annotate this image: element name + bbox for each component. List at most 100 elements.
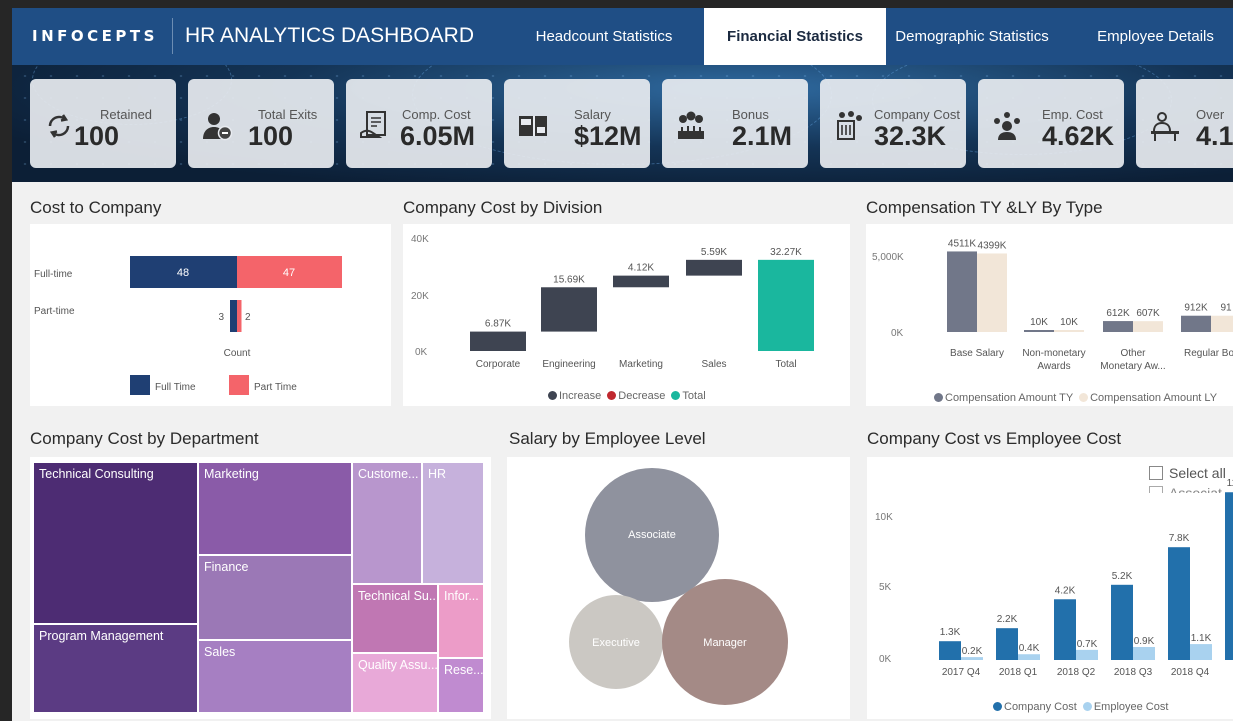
kpi-value: 100: [248, 121, 294, 151]
kpi-card-salary[interactable]: Salary $12M: [504, 79, 650, 168]
department-title: Company Cost by Department: [30, 429, 259, 448]
bar-company-cost[interactable]: [1225, 492, 1233, 660]
treemap-cell[interactable]: Technical Consulting: [33, 462, 198, 624]
treemap-cell[interactable]: Finance: [198, 555, 352, 640]
x-tick: Sales: [701, 359, 726, 370]
kpi-card-overtime[interactable]: Over 4.1: [1136, 79, 1233, 168]
select-all-label: Select all: [1169, 465, 1226, 481]
treemap-cell[interactable]: Infor...: [438, 584, 484, 658]
bar-company-cost[interactable]: [939, 641, 961, 660]
legend-label: Compensation Amount TY: [945, 392, 1074, 404]
legend-label: Total: [682, 390, 706, 402]
bar-ly[interactable]: [1211, 315, 1233, 332]
tab-demographic-statistics[interactable]: Demographic Statistics: [886, 8, 1058, 65]
bar-company-cost[interactable]: [1168, 547, 1190, 660]
kpi-label: Emp. Cost: [1042, 107, 1103, 122]
salary-bubble-chart: Associate Executive Manager: [569, 468, 788, 705]
bar-employee-cost[interactable]: [1076, 649, 1098, 660]
data-label: 10K: [1030, 317, 1048, 328]
x-tick: 2018 Q1: [999, 667, 1038, 678]
treemap-cell[interactable]: Technical Su...: [352, 584, 438, 653]
waterfall-bar-corporate[interactable]: [470, 331, 526, 351]
kpi-card-emp-cost[interactable]: Emp. Cost 4.62K: [978, 79, 1124, 168]
bar-ty[interactable]: [1024, 330, 1054, 332]
y-tick: 40K: [411, 234, 429, 245]
bar-ly[interactable]: [1133, 321, 1163, 332]
treemap-cell[interactable]: Quality Assu...: [352, 653, 438, 713]
kpi-label: Company Cost: [874, 107, 960, 122]
y-tick: 0K: [879, 654, 892, 665]
treemap-cell[interactable]: Sales: [198, 640, 352, 713]
legend-label: Full Time: [155, 382, 196, 393]
bar-employee-cost[interactable]: [1018, 654, 1040, 660]
bar-employee-cost[interactable]: [1133, 646, 1155, 660]
kpi-card-company-cost[interactable]: Company Cost 32.3K: [820, 79, 966, 168]
compensation-legend: Compensation Amount TY Compensation Amou…: [934, 392, 1217, 404]
bar-ty[interactable]: [1181, 315, 1211, 332]
bar-part-time-part-time[interactable]: [237, 300, 242, 332]
x-tick: Other: [1120, 348, 1146, 359]
kpi-label: Over: [1196, 107, 1225, 122]
cost-to-company-chart: Full-time Part-time 48 47 3 2 Count Full…: [34, 256, 342, 395]
select-all-checkbox[interactable]: [1149, 466, 1163, 480]
bubble-label: Executive: [592, 637, 640, 649]
treemap-cell[interactable]: Rese...: [438, 658, 484, 713]
tab-financial-statistics[interactable]: Financial Statistics: [704, 8, 886, 65]
data-label: 0.7K: [1077, 639, 1098, 650]
slicer-option-partial[interactable]: Associat: [1149, 485, 1233, 493]
bar-company-cost[interactable]: [1054, 599, 1076, 660]
bar-employee-cost[interactable]: [1190, 644, 1212, 660]
data-label: 0.4K: [1019, 643, 1040, 654]
data-label: 7.8K: [1169, 533, 1190, 544]
data-label: 0.2K: [962, 646, 983, 657]
kpi-card-bonus[interactable]: Bonus 2.1M: [662, 79, 808, 168]
bar-ty[interactable]: [947, 251, 977, 332]
tab-employee-details[interactable]: Employee Details: [1078, 8, 1233, 65]
data-label: 91: [1220, 303, 1232, 314]
slicer-checkbox[interactable]: [1149, 486, 1163, 493]
bar-label: 3: [218, 312, 224, 323]
cost-vs-legend: Company Cost Employee Cost: [993, 701, 1168, 713]
treemap-cell[interactable]: HR: [422, 462, 484, 584]
cost-vs-panel: 10K 5K 0K 1.3K 0.2K 2017 Q4 2.2K 0.4K 2018 Q1…: [867, 457, 1233, 719]
data-label: 5.59K: [701, 247, 727, 258]
x-tick: Monetary Aw...: [1100, 361, 1165, 372]
waterfall-bar-engineering[interactable]: [541, 287, 597, 332]
kpi-value: 6.05M: [400, 121, 476, 151]
data-label: 0.9K: [1134, 636, 1155, 647]
category-label: Part-time: [34, 306, 75, 317]
kpi-card-retained[interactable]: Retained 100: [30, 79, 176, 168]
waterfall-bar-marketing[interactable]: [613, 275, 669, 288]
data-label: 4.12K: [628, 263, 654, 274]
bar-company-cost[interactable]: [996, 628, 1018, 660]
treemap-cell[interactable]: Program Management: [33, 624, 198, 713]
kpi-label: Salary: [574, 107, 611, 122]
legend-label: Company Cost: [1004, 701, 1077, 713]
legend-dot: [607, 391, 617, 400]
kpi-card-total-exits[interactable]: Total Exits 100: [188, 79, 334, 168]
y-tick: 20K: [411, 291, 429, 302]
kpi-label: Comp. Cost: [402, 107, 471, 122]
bar-employee-cost[interactable]: [961, 657, 983, 660]
legend-dot: [934, 393, 943, 402]
kpi-card-comp-cost[interactable]: Comp. Cost 6.05M: [346, 79, 492, 168]
x-tick: Marketing: [619, 359, 663, 370]
select-all-option[interactable]: Select all: [1149, 465, 1226, 481]
treemap-cell[interactable]: Marketing: [198, 462, 352, 555]
bar-part-time-full-time[interactable]: [230, 300, 237, 332]
bar-ly[interactable]: [1054, 330, 1084, 332]
tab-headcount-statistics[interactable]: Headcount Statistics: [522, 8, 686, 65]
bar-ly[interactable]: [977, 253, 1007, 332]
waterfall-bar-total[interactable]: [758, 259, 814, 351]
legend-dot: [1079, 393, 1089, 402]
waterfall-bar-sales[interactable]: [686, 259, 742, 276]
bar-ty[interactable]: [1103, 321, 1133, 332]
x-tick: Corporate: [476, 359, 521, 370]
dashboard-title: HR ANALYTICS DASHBOARD: [185, 24, 475, 47]
treemap-cell[interactable]: Custome...: [352, 462, 422, 584]
department-treemap: Technical Consulting Program Management …: [30, 457, 491, 719]
legend-label: Increase: [559, 390, 602, 402]
data-label: 32.27K: [770, 247, 802, 258]
bar-company-cost[interactable]: [1111, 584, 1133, 660]
data-label: 1.1K: [1191, 633, 1212, 644]
